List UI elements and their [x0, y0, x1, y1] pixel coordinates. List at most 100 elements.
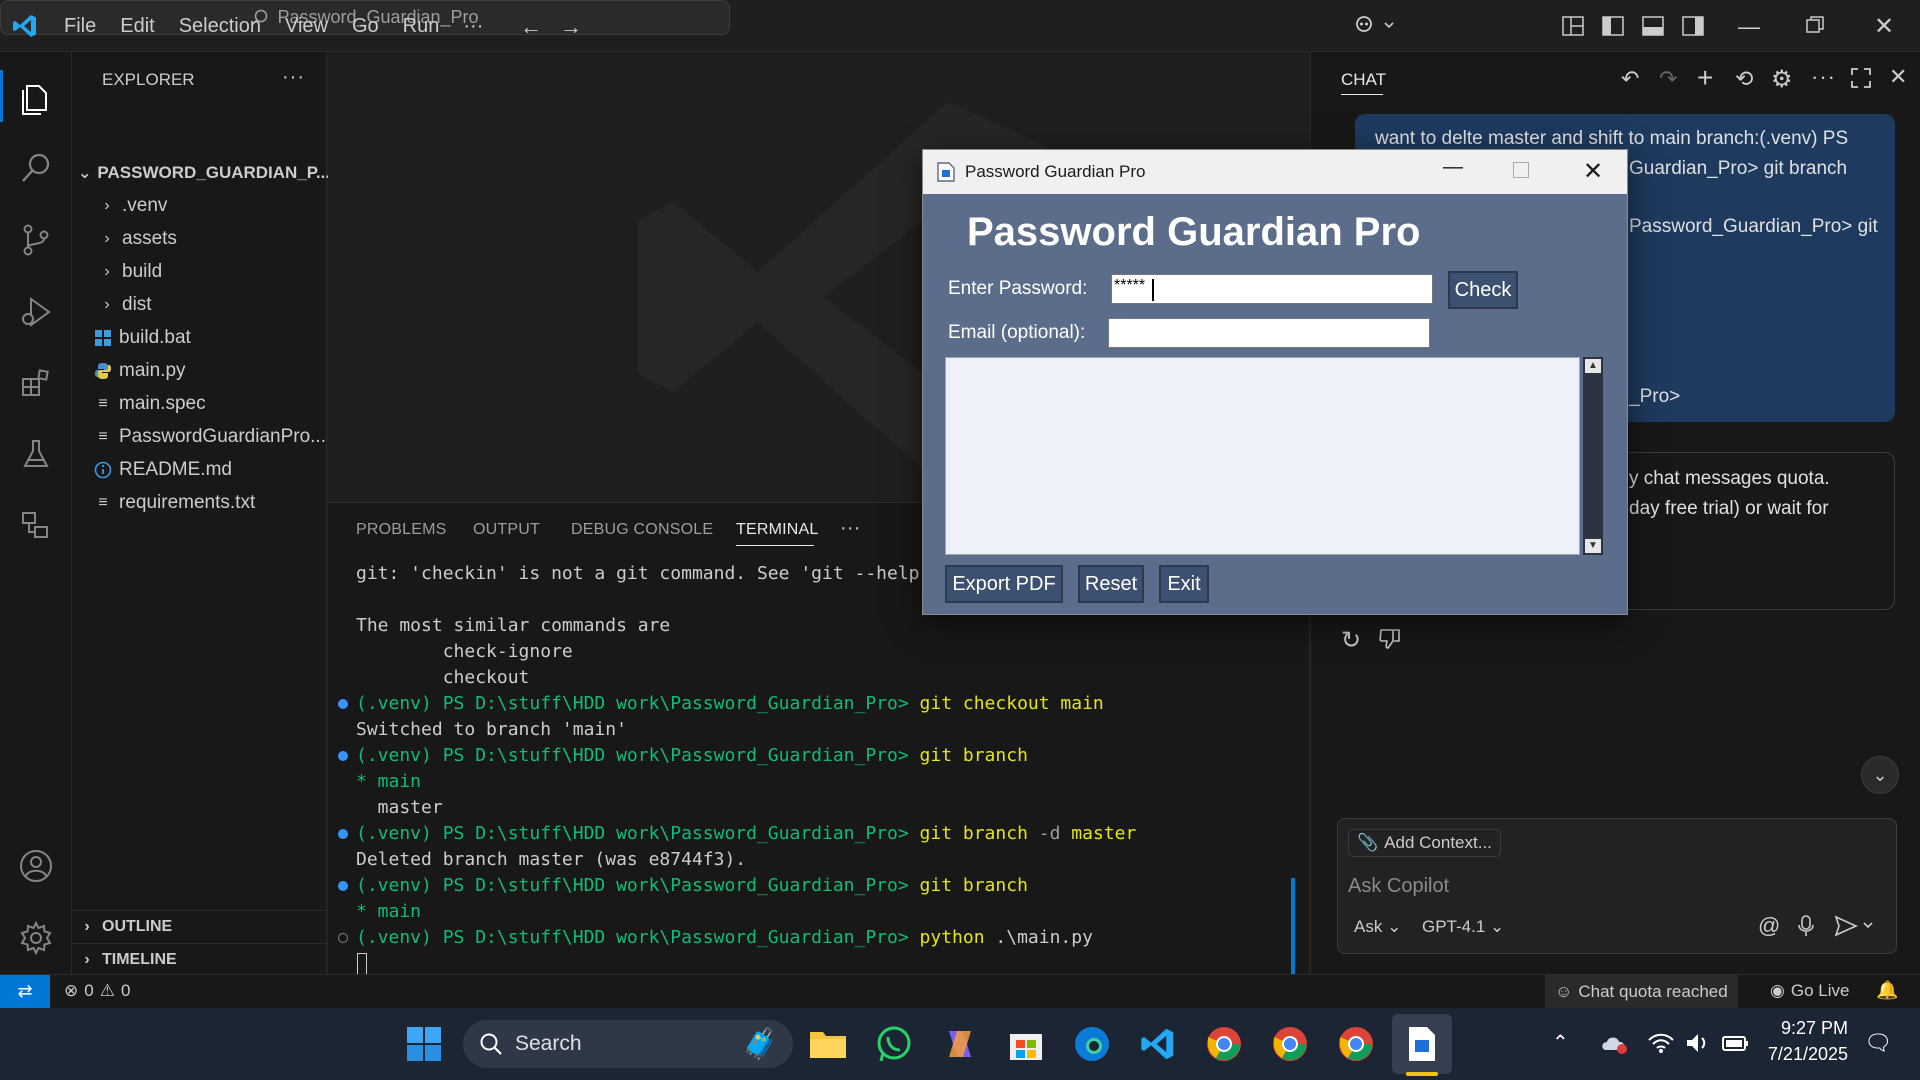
chat-more-icon[interactable]: ···	[1811, 64, 1836, 90]
remote-indicator-icon[interactable]: ⇄	[0, 975, 50, 1008]
copilot-app-icon[interactable]	[938, 1022, 982, 1066]
chrome-profile-icon[interactable]	[1334, 1022, 1378, 1066]
terminal-scrollbar[interactable]	[1291, 878, 1295, 975]
forward-arrow-icon[interactable]: →	[560, 14, 582, 40]
tab-problems[interactable]: PROBLEMS	[356, 521, 447, 539]
testing-icon[interactable]	[14, 432, 58, 476]
maximize-chat-icon[interactable]	[1851, 68, 1871, 88]
run-debug-icon[interactable]	[14, 290, 58, 334]
tk-title-bar[interactable]: Password Guardian Pro — ✕	[923, 150, 1627, 194]
close-icon[interactable]: ✕	[1874, 12, 1894, 41]
tree-file-main-py[interactable]: main.py	[72, 354, 327, 387]
accounts-icon[interactable]	[14, 844, 58, 888]
go-live-button[interactable]: ◉ Go Live	[1770, 981, 1849, 1001]
password-input[interactable]: *****	[1111, 274, 1433, 304]
tree-file-main-spec[interactable]: ≡ main.spec	[72, 387, 327, 420]
scroll-up-arrow-icon[interactable]: ▲	[1585, 359, 1601, 373]
minimize-icon[interactable]: —	[1738, 14, 1760, 40]
copilot-icon[interactable]	[1355, 14, 1395, 38]
customize-layout-icon[interactable]	[1562, 16, 1584, 36]
battery-icon[interactable]	[1722, 1034, 1750, 1052]
problems-status[interactable]: ⊗ 0 ⚠ 0	[64, 981, 130, 1001]
clock-time[interactable]: 9:27 PM	[1768, 1018, 1848, 1039]
edge-browser-icon[interactable]	[1070, 1022, 1114, 1066]
toggle-primary-sidebar-icon[interactable]	[1602, 16, 1624, 36]
mention-icon[interactable]: @	[1758, 913, 1780, 939]
tree-folder-assets[interactable]: › assets	[72, 222, 327, 255]
tree-folder-dist[interactable]: › dist	[72, 288, 327, 321]
search-icon[interactable]	[14, 146, 58, 190]
new-chat-icon[interactable]: +	[1697, 62, 1713, 94]
email-input[interactable]	[1108, 318, 1430, 348]
menu-more[interactable]: ···	[451, 15, 495, 38]
explorer-icon[interactable]	[14, 76, 58, 120]
taskbar-search[interactable]: Search 🧳	[463, 1020, 793, 1068]
explorer-root-folder[interactable]: ⌄ PASSWORD_GUARDIAN_P...	[72, 156, 330, 189]
menu-go[interactable]: Go	[340, 15, 391, 38]
tree-file-build-bat[interactable]: build.bat	[72, 321, 327, 354]
outline-section[interactable]: › OUTLINE	[72, 910, 327, 943]
clock-date[interactable]: 7/21/2025	[1758, 1044, 1848, 1065]
whatsapp-icon[interactable]	[872, 1022, 916, 1066]
settings-gear-icon[interactable]: ⚙	[1771, 65, 1793, 94]
password-guardian-app-icon[interactable]	[1400, 1022, 1444, 1066]
tk-minimize-icon[interactable]: —	[1443, 156, 1463, 179]
reset-button[interactable]: Reset	[1078, 565, 1144, 603]
windows-start-icon[interactable]	[402, 1022, 446, 1066]
toggle-secondary-sidebar-icon[interactable]	[1682, 16, 1704, 36]
wifi-icon[interactable]	[1648, 1032, 1674, 1054]
notifications-bell-icon[interactable]: 🔔	[1876, 980, 1898, 1001]
toggle-panel-icon[interactable]	[1642, 16, 1664, 36]
check-button[interactable]: Check	[1448, 271, 1518, 309]
panel-more-icon[interactable]: ···	[840, 517, 861, 540]
exit-button[interactable]: Exit	[1159, 565, 1209, 603]
chrome-icon[interactable]	[1202, 1022, 1246, 1066]
tk-close-icon[interactable]: ✕	[1583, 157, 1603, 186]
menu-selection[interactable]: Selection	[167, 15, 273, 38]
microphone-icon[interactable]	[1798, 915, 1814, 937]
export-pdf-button[interactable]: Export PDF	[945, 565, 1063, 603]
onedrive-icon[interactable]	[1600, 1032, 1628, 1054]
results-scrollbar[interactable]: ▲ ▼	[1583, 357, 1603, 555]
tab-terminal[interactable]: TERMINAL	[736, 521, 819, 539]
explorer-more-icon[interactable]: ···	[282, 66, 305, 89]
menu-file[interactable]: File	[52, 15, 108, 38]
scroll-down-arrow-icon[interactable]: ▼	[1585, 539, 1601, 553]
tk-maximize-icon[interactable]	[1513, 162, 1529, 178]
tree-file-requirements[interactable]: ≡ requirements.txt	[72, 486, 327, 519]
menu-view[interactable]: View	[273, 15, 340, 38]
notification-center-icon[interactable]: 🗨	[1864, 1030, 1892, 1056]
tree-folder-venv[interactable]: › .venv	[72, 189, 327, 222]
redo-icon[interactable]: ↷	[1659, 66, 1677, 92]
settings-gear-icon[interactable]	[14, 916, 58, 960]
timeline-section[interactable]: › TIMELINE	[72, 943, 327, 976]
tree-file-readme[interactable]: README.md	[72, 453, 327, 486]
volume-icon[interactable]	[1686, 1032, 1710, 1054]
tree-folder-build[interactable]: › build	[72, 255, 327, 288]
restore-icon[interactable]	[1806, 16, 1824, 34]
menu-edit[interactable]: Edit	[108, 15, 166, 38]
add-context-button[interactable]: 📎 Add Context...	[1348, 829, 1501, 857]
vscode-app-icon[interactable]	[1136, 1022, 1180, 1066]
chat-quota-status[interactable]: ☺ Chat quota reached	[1545, 975, 1738, 1008]
mode-dropdown[interactable]: Ask ⌄	[1354, 917, 1401, 937]
menu-run[interactable]: Run	[391, 15, 452, 38]
tree-file-passwordguardianpro[interactable]: ≡ PasswordGuardianPro...	[72, 420, 327, 453]
chat-input[interactable]: Ask Copilot	[1348, 875, 1449, 898]
scroll-down-icon[interactable]: ⌄	[1861, 756, 1899, 794]
thumbs-down-icon[interactable]	[1379, 628, 1401, 650]
undo-icon[interactable]: ↶	[1621, 66, 1639, 92]
chrome-profile-icon[interactable]	[1268, 1022, 1312, 1066]
results-text-area[interactable]	[945, 357, 1580, 555]
retry-icon[interactable]: ↻	[1341, 626, 1361, 655]
chevron-up-icon[interactable]: ⌃	[1552, 1030, 1569, 1055]
history-icon[interactable]: ⟲	[1735, 66, 1753, 92]
tab-debug-console[interactable]: DEBUG CONSOLE	[571, 521, 713, 539]
remote-explorer-icon[interactable]	[14, 504, 58, 548]
microsoft-store-icon[interactable]	[1004, 1022, 1048, 1066]
extensions-icon[interactable]	[14, 362, 58, 406]
send-icon[interactable]	[1834, 915, 1876, 937]
tab-output[interactable]: OUTPUT	[473, 521, 540, 539]
close-chat-icon[interactable]: ✕	[1889, 64, 1907, 90]
back-arrow-icon[interactable]: ←	[520, 14, 542, 40]
